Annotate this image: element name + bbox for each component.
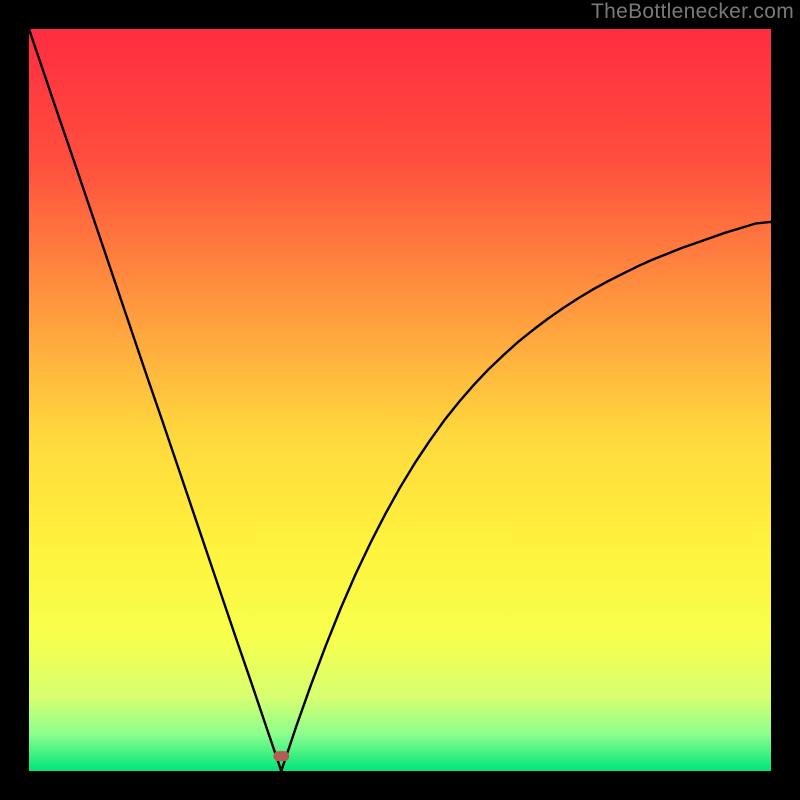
chart-frame: TheBottlenecker.com — [0, 0, 800, 800]
chart-svg — [29, 29, 771, 771]
gradient-background — [29, 29, 771, 771]
minimum-marker — [273, 751, 289, 761]
plot-area — [29, 29, 771, 771]
watermark-label: TheBottlenecker.com — [591, 0, 794, 24]
